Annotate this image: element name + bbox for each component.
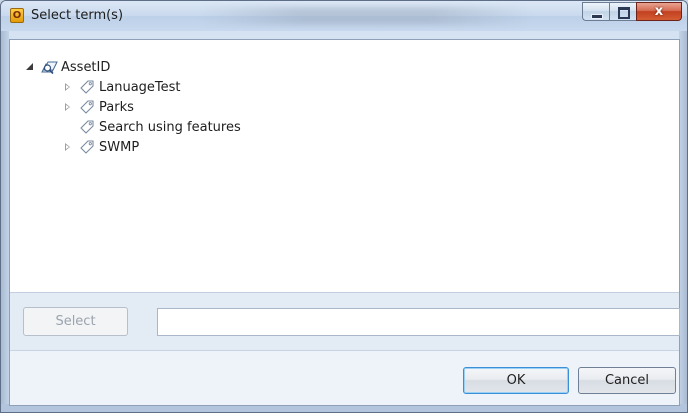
dialog-content: AssetID LanuageTest Parks Search using f… [9,39,680,406]
tree-node-label: AssetID [61,59,111,75]
app-icon: O [10,8,24,23]
select-terms-dialog: O Select term(s) x AssetID LanuageTest P… [0,0,688,413]
term-tree: AssetID LanuageTest Parks Search using f… [10,40,679,292]
selected-terms-input[interactable] [157,308,680,336]
termstore-icon [41,61,58,75]
window-frame-right [679,31,687,412]
dialog-footer: OK Cancel [10,350,679,405]
tag-icon [80,100,94,114]
cancel-button[interactable]: Cancel [578,367,676,394]
close-icon: x [654,4,664,19]
tag-icon [80,120,94,134]
title-bar[interactable]: O Select term(s) x [1,1,687,31]
expand-arrow-icon[interactable] [62,81,74,93]
caption-buttons: x [582,2,682,22]
tag-icon [80,80,94,94]
tree-node-lanuagetest[interactable]: LanuageTest [62,77,181,97]
tree-node-label: Parks [99,99,134,115]
maximize-icon [618,7,630,19]
expand-arrow-icon[interactable] [62,141,74,153]
title-bar-background-blur [201,7,531,25]
tree-node-label: SWMP [99,139,140,155]
close-button[interactable]: x [636,2,682,21]
expand-arrow-icon[interactable] [62,101,74,113]
minimize-button[interactable] [582,2,609,21]
window-title: Select term(s) [31,8,124,23]
tree-node-swmp[interactable]: SWMP [62,137,139,157]
tree-node-parks[interactable]: Parks [62,97,134,117]
tree-node-root[interactable]: AssetID [24,57,110,77]
tree-node-label: Search using features [99,119,241,135]
select-button[interactable]: Select [23,307,128,336]
collapse-arrow-icon[interactable] [24,61,36,73]
maximize-button[interactable] [609,2,636,21]
expander-placeholder [62,121,74,133]
tag-icon [80,140,94,154]
ok-button[interactable]: OK [463,367,569,394]
window-frame-left [1,31,9,412]
minimize-icon [591,14,603,19]
tree-node-label: LanuageTest [99,79,181,95]
select-bar: Select [10,292,680,351]
tree-node-search-using-features[interactable]: Search using features [62,117,241,137]
